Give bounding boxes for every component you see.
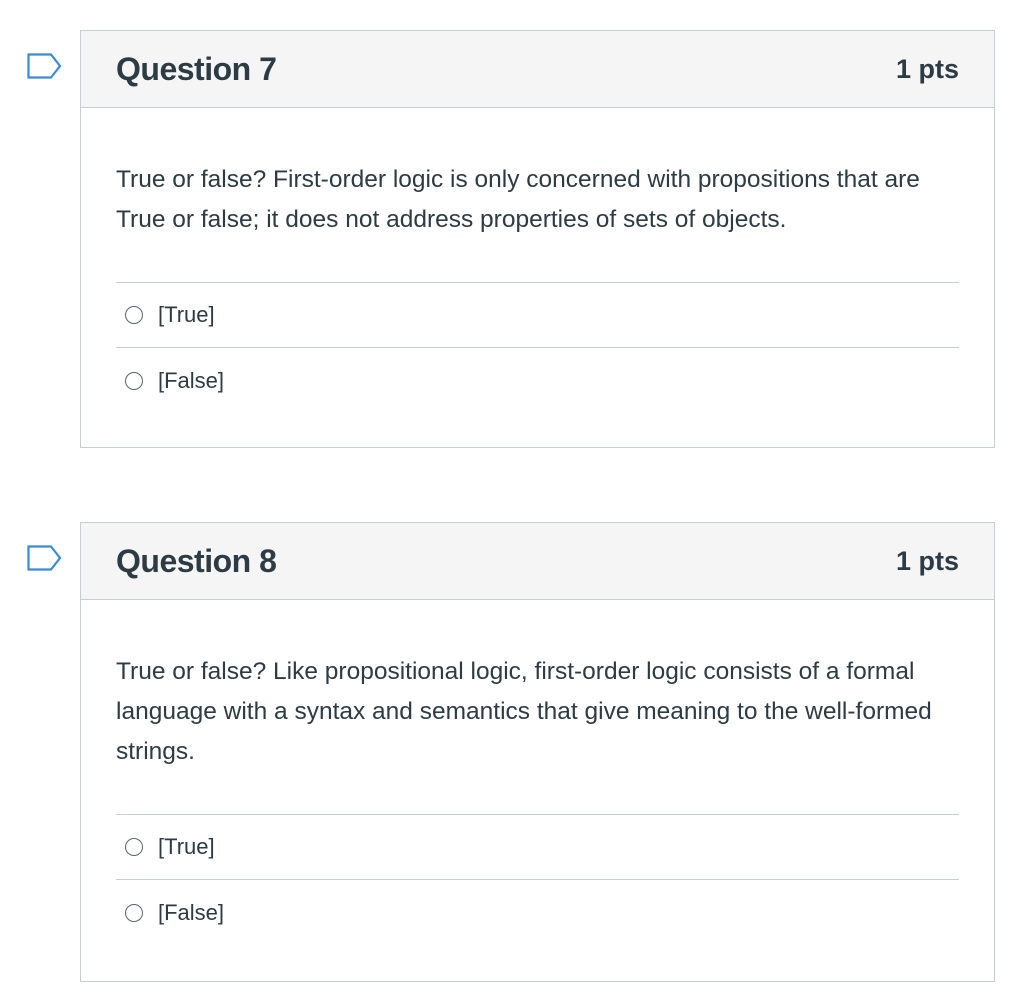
question-text: True or false? Like propositional logic,… [116,658,932,765]
radio-button[interactable] [125,371,143,390]
radio-button[interactable] [125,838,143,856]
question-body: True or false? First-order logic is only… [81,108,994,413]
answer-label: [False] [158,367,225,393]
question-points: 1 pts [895,545,959,576]
answer-list: [True] [False] [116,282,959,413]
answer-list: [True] [False] [116,814,959,945]
flag-question-icon[interactable] [27,545,63,571]
question-text: True or false? First-order logic is only… [116,166,920,233]
answer-label: [True] [158,302,215,327]
answer-option-false[interactable]: [False] [116,348,959,413]
question-header: Question 7 1 pts [81,31,994,108]
radio-button[interactable] [125,306,143,324]
question-points: 1 pts [895,53,959,84]
answer-label: [True] [158,834,215,859]
answer-option-true[interactable]: [True] [116,815,959,880]
answer-label: [False] [158,899,225,925]
question-title: Question 7 [116,50,277,87]
question-title: Question 8 [116,542,277,579]
answer-option-false[interactable]: [False] [116,880,959,945]
question-body: True or false? Like propositional logic,… [81,600,994,945]
quiz-page: Question 7 1 pts True or false? First-or… [0,0,1024,1005]
radio-button[interactable] [125,903,143,922]
answer-option-true[interactable]: [True] [116,283,959,348]
question-8-card: Question 8 1 pts True or false? Like pro… [27,522,995,982]
question-header: Question 8 1 pts [81,523,994,600]
question-7-card: Question 7 1 pts True or false? First-or… [27,30,995,448]
flag-question-icon[interactable] [27,53,63,79]
